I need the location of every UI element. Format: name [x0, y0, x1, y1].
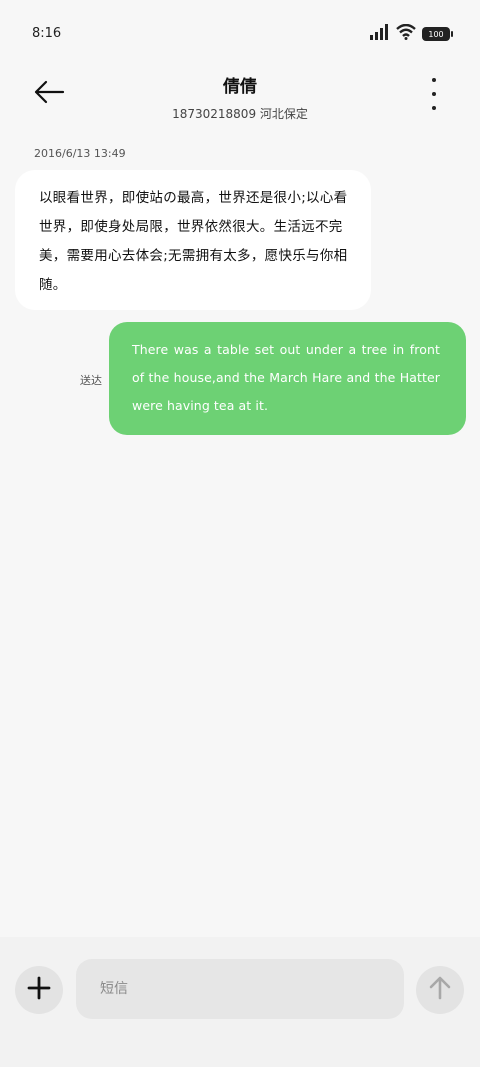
message-composer — [0, 937, 480, 1067]
send-button[interactable] — [416, 966, 464, 1014]
wifi-icon — [396, 23, 416, 44]
sent-message-bubble[interactable]: There was a table set out under a tree i… — [109, 322, 466, 435]
status-time: 8:16 — [32, 26, 62, 41]
plus-icon — [27, 976, 51, 1004]
contact-info: 倩倩 18730218809 河北保定 — [0, 72, 480, 122]
message-input[interactable] — [76, 959, 404, 1019]
more-vertical-icon — [432, 78, 436, 82]
signal-icon — [370, 24, 390, 44]
received-message-bubble[interactable]: 以眼看世界，即使站の最高，世界还是很小;以心看世界，即使身处局限，世界依然很大。… — [15, 170, 371, 310]
contact-subtitle: 18730218809 河北保定 — [172, 107, 308, 121]
more-vertical-icon — [432, 92, 436, 96]
battery-icon: 100 — [422, 27, 453, 41]
send-arrow-icon — [429, 976, 451, 1004]
delivery-status: 送达 — [80, 374, 102, 387]
more-options-button[interactable] — [424, 78, 444, 110]
conversation-header: 倩倩 18730218809 河北保定 — [0, 64, 480, 134]
more-vertical-icon — [432, 106, 436, 110]
add-attachment-button[interactable] — [15, 966, 63, 1014]
status-icons: 100 — [370, 23, 453, 44]
message-timestamp: 2016/6/13 13:49 — [34, 147, 126, 160]
status-bar: 8:16 100 — [0, 0, 480, 64]
contact-name: 倩倩 — [223, 77, 257, 97]
